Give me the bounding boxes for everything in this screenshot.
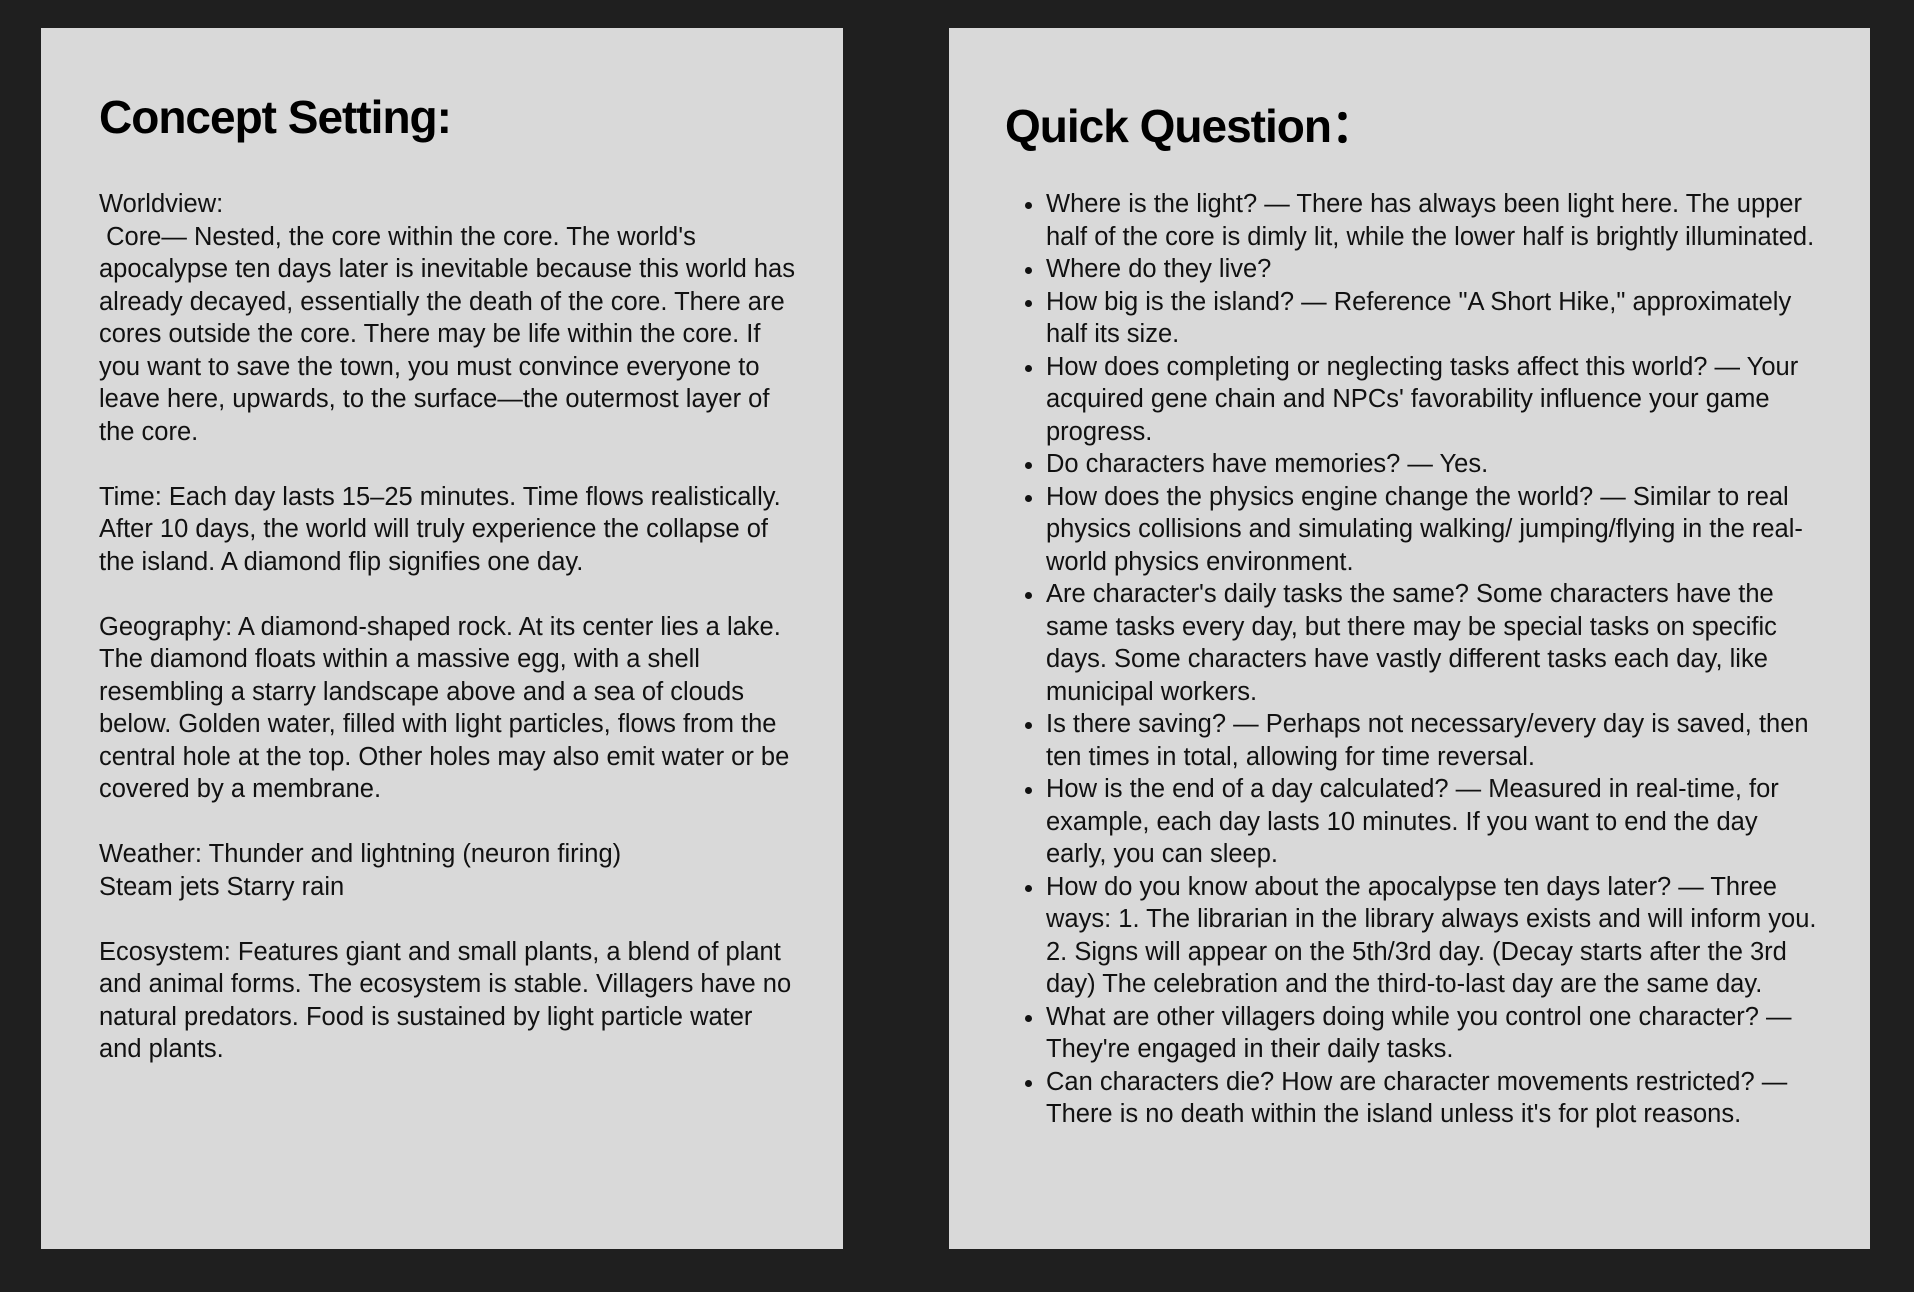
list-item: How do you know about the apocalypse ten… xyxy=(1046,871,1823,1001)
ecosystem-paragraph: Ecosystem: Features giant and small plan… xyxy=(99,937,799,1064)
quick-question-panel: Quick Question： Where is the light? — Th… xyxy=(949,28,1870,1249)
list-item: How does the physics engine change the w… xyxy=(1046,481,1823,579)
list-item: How does completing or neglecting tasks … xyxy=(1046,351,1823,449)
questions-title: Quick Question： xyxy=(1005,100,1377,152)
questions-body: Where is the light? — There has always b… xyxy=(1023,188,1823,1131)
question-list: Where is the light? — There has always b… xyxy=(1023,188,1823,1131)
geography-paragraph: Geography: A diamond-shaped rock. At its… xyxy=(99,612,797,804)
list-item: Is there saving? — Perhaps not necessary… xyxy=(1046,708,1823,773)
concept-setting-panel: Concept Setting: Worldview: Core— Nested… xyxy=(41,28,843,1249)
list-item: Are character's daily tasks the same? So… xyxy=(1046,578,1823,708)
worldview-paragraph: Worldview: Core— Nested, the core within… xyxy=(99,190,795,446)
list-item: How is the end of a day calculated? — Me… xyxy=(1046,773,1823,871)
weather-paragraph: Weather: Thunder and lightning (neuron f… xyxy=(99,840,622,901)
list-item: Do characters have memories? — Yes. xyxy=(1046,448,1823,481)
concept-title: Concept Setting: xyxy=(99,91,452,143)
concept-body: Worldview: Core— Nested, the core within… xyxy=(99,188,799,1098)
list-item: Can characters die? How are character mo… xyxy=(1046,1066,1823,1131)
time-paragraph: Time: Each day lasts 15–25 minutes. Time… xyxy=(99,482,787,576)
list-item: Where is the light? — There has always b… xyxy=(1046,188,1823,253)
list-item: How big is the island? — Reference "A Sh… xyxy=(1046,286,1823,351)
list-item: Where do they live? xyxy=(1046,253,1823,286)
list-item: What are other villagers doing while you… xyxy=(1046,1001,1823,1066)
